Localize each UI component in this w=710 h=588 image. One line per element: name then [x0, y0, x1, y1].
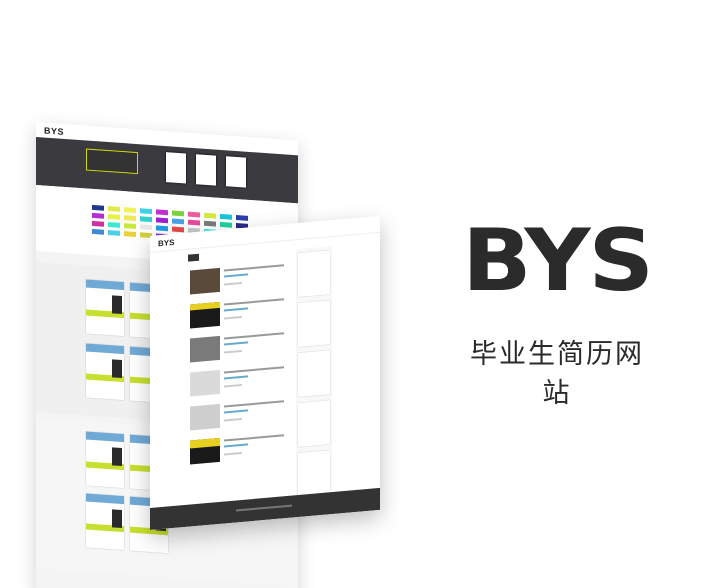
color-swatch [124, 223, 136, 229]
color-swatch [220, 221, 232, 228]
mockup-template-thumb [86, 493, 124, 551]
mockup-article-row [190, 432, 286, 465]
color-swatch [108, 206, 120, 212]
brand-logo: BYS [462, 211, 654, 311]
color-swatch [108, 214, 120, 220]
website-mockup-front: BYS [150, 215, 380, 530]
mockup-article-row [190, 330, 286, 363]
mockup-tabs [188, 250, 245, 262]
mockup-sidebar-thumb [298, 350, 330, 398]
color-swatch [172, 218, 184, 225]
color-swatch [108, 230, 120, 236]
mockup-sidebar-thumb [298, 300, 330, 348]
color-swatch [156, 217, 168, 224]
mockup-article-row [190, 262, 286, 295]
mockup-article-row [190, 364, 286, 397]
color-swatch [92, 228, 104, 235]
color-swatch [124, 207, 136, 213]
mockup-nav [362, 225, 372, 226]
mockup-sidebar-thumb [298, 250, 330, 298]
mockup-resume-card [226, 156, 246, 188]
mockup-logo: BYS [158, 237, 175, 248]
mockup-logo: BYS [44, 125, 65, 137]
color-swatch [188, 211, 200, 218]
mockup-tab [207, 252, 222, 260]
color-swatch [124, 215, 136, 221]
mockup-template-thumb [86, 431, 124, 489]
color-swatch [92, 220, 104, 227]
color-swatch [220, 213, 232, 220]
color-swatch [236, 214, 248, 221]
promo-stage: BYS BYS BYS 毕业生简历网站 [0, 0, 710, 588]
mockup-hero-text-box [86, 148, 138, 175]
mockup-article-row [190, 296, 286, 329]
mockup-resume-card [166, 152, 186, 184]
color-swatch [204, 220, 216, 227]
color-swatch [188, 219, 200, 226]
color-swatch [92, 204, 104, 211]
mockup-article-row [190, 398, 286, 431]
color-swatch [156, 225, 168, 232]
color-swatch [172, 226, 184, 233]
color-swatch [172, 210, 184, 217]
mockup-sidebar [296, 246, 332, 500]
color-swatch [156, 209, 168, 216]
mockup-nav [240, 144, 260, 145]
mockup-template-thumb [86, 343, 124, 401]
mockup-tab [230, 250, 245, 258]
brand-subtitle: 毕业生简历网站 [470, 339, 644, 409]
mockup-tab [188, 253, 200, 262]
brand-block: BYS 毕业生简历网站 [462, 218, 654, 410]
mockup-template-thumb [86, 279, 124, 337]
color-swatch [140, 208, 152, 215]
mockup-sidebar-thumb [298, 450, 330, 498]
color-swatch [124, 231, 136, 237]
color-swatch [92, 212, 104, 219]
color-swatch [108, 222, 120, 228]
color-swatch [204, 212, 216, 219]
mockup-resume-card [196, 154, 216, 186]
color-swatch [140, 216, 152, 223]
mockup-sidebar-thumb [298, 400, 330, 448]
color-swatch [140, 224, 152, 231]
